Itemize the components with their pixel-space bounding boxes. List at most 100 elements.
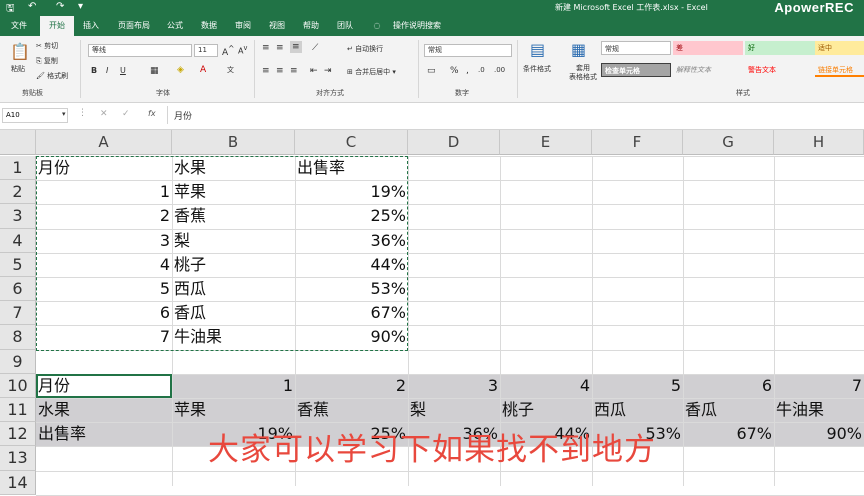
tab-file[interactable]: 文件 [2, 16, 36, 36]
phonetic-icon[interactable]: 文 [227, 65, 234, 75]
undo-icon[interactable]: ↶ [28, 1, 36, 12]
align-bottom-icon[interactable]: ≡ [290, 41, 302, 53]
transposed-cell[interactable]: 3 [408, 374, 500, 398]
italic-button[interactable]: I [106, 66, 108, 75]
column-header-e[interactable]: E [500, 130, 592, 155]
align-top-icon[interactable]: ≡ [262, 43, 270, 53]
align-left-icon[interactable]: ≡ [262, 66, 270, 76]
paste-button[interactable]: 粘贴 [11, 64, 25, 74]
style-normal[interactable]: 常规 [601, 41, 671, 55]
style-neutral[interactable]: 适中 [815, 41, 864, 55]
borders-icon[interactable]: ▦ [150, 66, 159, 76]
transposed-cell[interactable]: 牛油果 [774, 398, 864, 422]
style-good[interactable]: 好 [745, 41, 815, 55]
name-box-dropdown-icon[interactable]: ▾ [62, 110, 66, 118]
transposed-cell[interactable]: 4 [500, 374, 592, 398]
row-header-5[interactable]: 5 [0, 252, 36, 277]
transposed-cell[interactable]: 1 [172, 374, 295, 398]
transposed-cell[interactable]: 苹果 [172, 398, 295, 422]
row-header-2[interactable]: 2 [0, 180, 36, 205]
style-linked-cell[interactable]: 链接单元格 [815, 63, 864, 77]
accounting-icon[interactable]: ▭ [427, 66, 436, 76]
font-size-select[interactable]: 11 [194, 44, 218, 57]
table-format-icon[interactable]: ▦ [571, 40, 586, 59]
row-header-7[interactable]: 7 [0, 301, 36, 326]
paste-icon[interactable]: 📋 [10, 42, 30, 61]
table-format-button[interactable]: 套用 表格格式 [565, 64, 601, 82]
row-header-8[interactable]: 8 [0, 325, 36, 350]
name-box[interactable]: A10 [2, 108, 68, 123]
number-format-select[interactable]: 常规 [424, 44, 512, 57]
row-header-14[interactable]: 14 [0, 470, 36, 495]
row-header-6[interactable]: 6 [0, 277, 36, 302]
column-header-a[interactable]: A [36, 130, 172, 155]
merge-center-button[interactable]: ⊞ 合并后居中 ▾ [347, 67, 396, 77]
orientation-icon[interactable]: ⟋ [312, 43, 318, 53]
font-color-icon[interactable]: A [200, 65, 206, 75]
row-header-4[interactable]: 4 [0, 228, 36, 253]
tab-team[interactable]: 团队 [330, 16, 360, 36]
underline-button[interactable]: U [120, 66, 126, 75]
insert-function-icon[interactable]: fx [148, 109, 156, 118]
row-header-9[interactable]: 9 [0, 349, 36, 374]
wrap-text-button[interactable]: ↵ 自动换行 [347, 44, 383, 54]
column-header-c[interactable]: C [295, 130, 408, 155]
bold-button[interactable]: B [91, 66, 97, 75]
align-right-icon[interactable]: ≡ [290, 66, 298, 76]
decrease-indent-icon[interactable]: ⇤ [310, 66, 318, 76]
decrease-decimal-icon[interactable]: .00 [494, 66, 505, 74]
tell-me-search[interactable]: 操作说明搜索 [386, 16, 448, 36]
tab-home[interactable]: 开始 [40, 16, 74, 36]
transposed-cell[interactable]: 水果 [36, 398, 172, 422]
redo-icon[interactable]: ↷ [56, 1, 64, 12]
font-name-select[interactable]: 等线 [88, 44, 192, 57]
customize-quick-access-icon[interactable]: ▾ [78, 1, 83, 12]
copy-button[interactable]: ⎘ 复制 [36, 56, 58, 66]
transposed-cell[interactable]: 香瓜 [683, 398, 774, 422]
percent-icon[interactable]: % [450, 66, 459, 76]
tab-insert[interactable]: 插入 [76, 16, 106, 36]
transposed-cell[interactable]: 西瓜 [592, 398, 683, 422]
column-header-d[interactable]: D [408, 130, 500, 155]
conditional-format-button[interactable]: 条件格式 [523, 64, 551, 74]
decrease-font-icon[interactable]: Av [238, 44, 247, 56]
comma-icon[interactable]: , [466, 66, 469, 76]
column-header-g[interactable]: G [683, 130, 774, 155]
style-explanatory[interactable]: 解释性文本 [673, 63, 743, 77]
increase-font-icon[interactable]: A^ [222, 44, 234, 58]
conditional-format-icon[interactable]: ▤ [530, 40, 545, 59]
row-header-1[interactable]: 1 [0, 156, 36, 181]
fill-color-icon[interactable]: ◈ [177, 65, 184, 75]
cancel-icon[interactable]: ✕ [100, 109, 108, 119]
style-bad[interactable]: 差 [673, 41, 743, 55]
cut-button[interactable]: ✂ 剪切 [36, 41, 58, 51]
transposed-cell[interactable]: 梨 [408, 398, 500, 422]
style-check-cell[interactable]: 检查单元格 [601, 63, 671, 77]
tab-view[interactable]: 视图 [262, 16, 292, 36]
transposed-cell[interactable]: 6 [683, 374, 774, 398]
enter-icon[interactable]: ✓ [122, 109, 130, 119]
style-warning[interactable]: 警告文本 [745, 63, 815, 77]
align-center-icon[interactable]: ≡ [276, 66, 284, 76]
transposed-cell[interactable]: 桃子 [500, 398, 592, 422]
column-header-f[interactable]: F [592, 130, 683, 155]
column-header-h[interactable]: H [774, 130, 864, 155]
column-header-b[interactable]: B [172, 130, 295, 155]
row-header-11[interactable]: 11 [0, 398, 36, 423]
tab-review[interactable]: 审阅 [228, 16, 258, 36]
select-all-corner[interactable] [0, 130, 36, 155]
transposed-cell[interactable]: 香蕉 [295, 398, 408, 422]
transposed-cell[interactable]: 5 [592, 374, 683, 398]
tab-help[interactable]: 帮助 [296, 16, 326, 36]
row-header-3[interactable]: 3 [0, 204, 36, 229]
row-header-10[interactable]: 10 [0, 373, 36, 398]
align-middle-icon[interactable]: ≡ [276, 43, 284, 53]
tab-page-layout[interactable]: 页面布局 [112, 16, 156, 36]
tab-formulas[interactable]: 公式 [160, 16, 190, 36]
transposed-cell[interactable]: 7 [774, 374, 864, 398]
tab-data[interactable]: 数据 [194, 16, 224, 36]
increase-decimal-icon[interactable]: .0 [478, 66, 485, 74]
transposed-cell[interactable]: 2 [295, 374, 408, 398]
increase-indent-icon[interactable]: ⇥ [324, 66, 332, 76]
formula-input[interactable]: 月份 [174, 109, 192, 122]
